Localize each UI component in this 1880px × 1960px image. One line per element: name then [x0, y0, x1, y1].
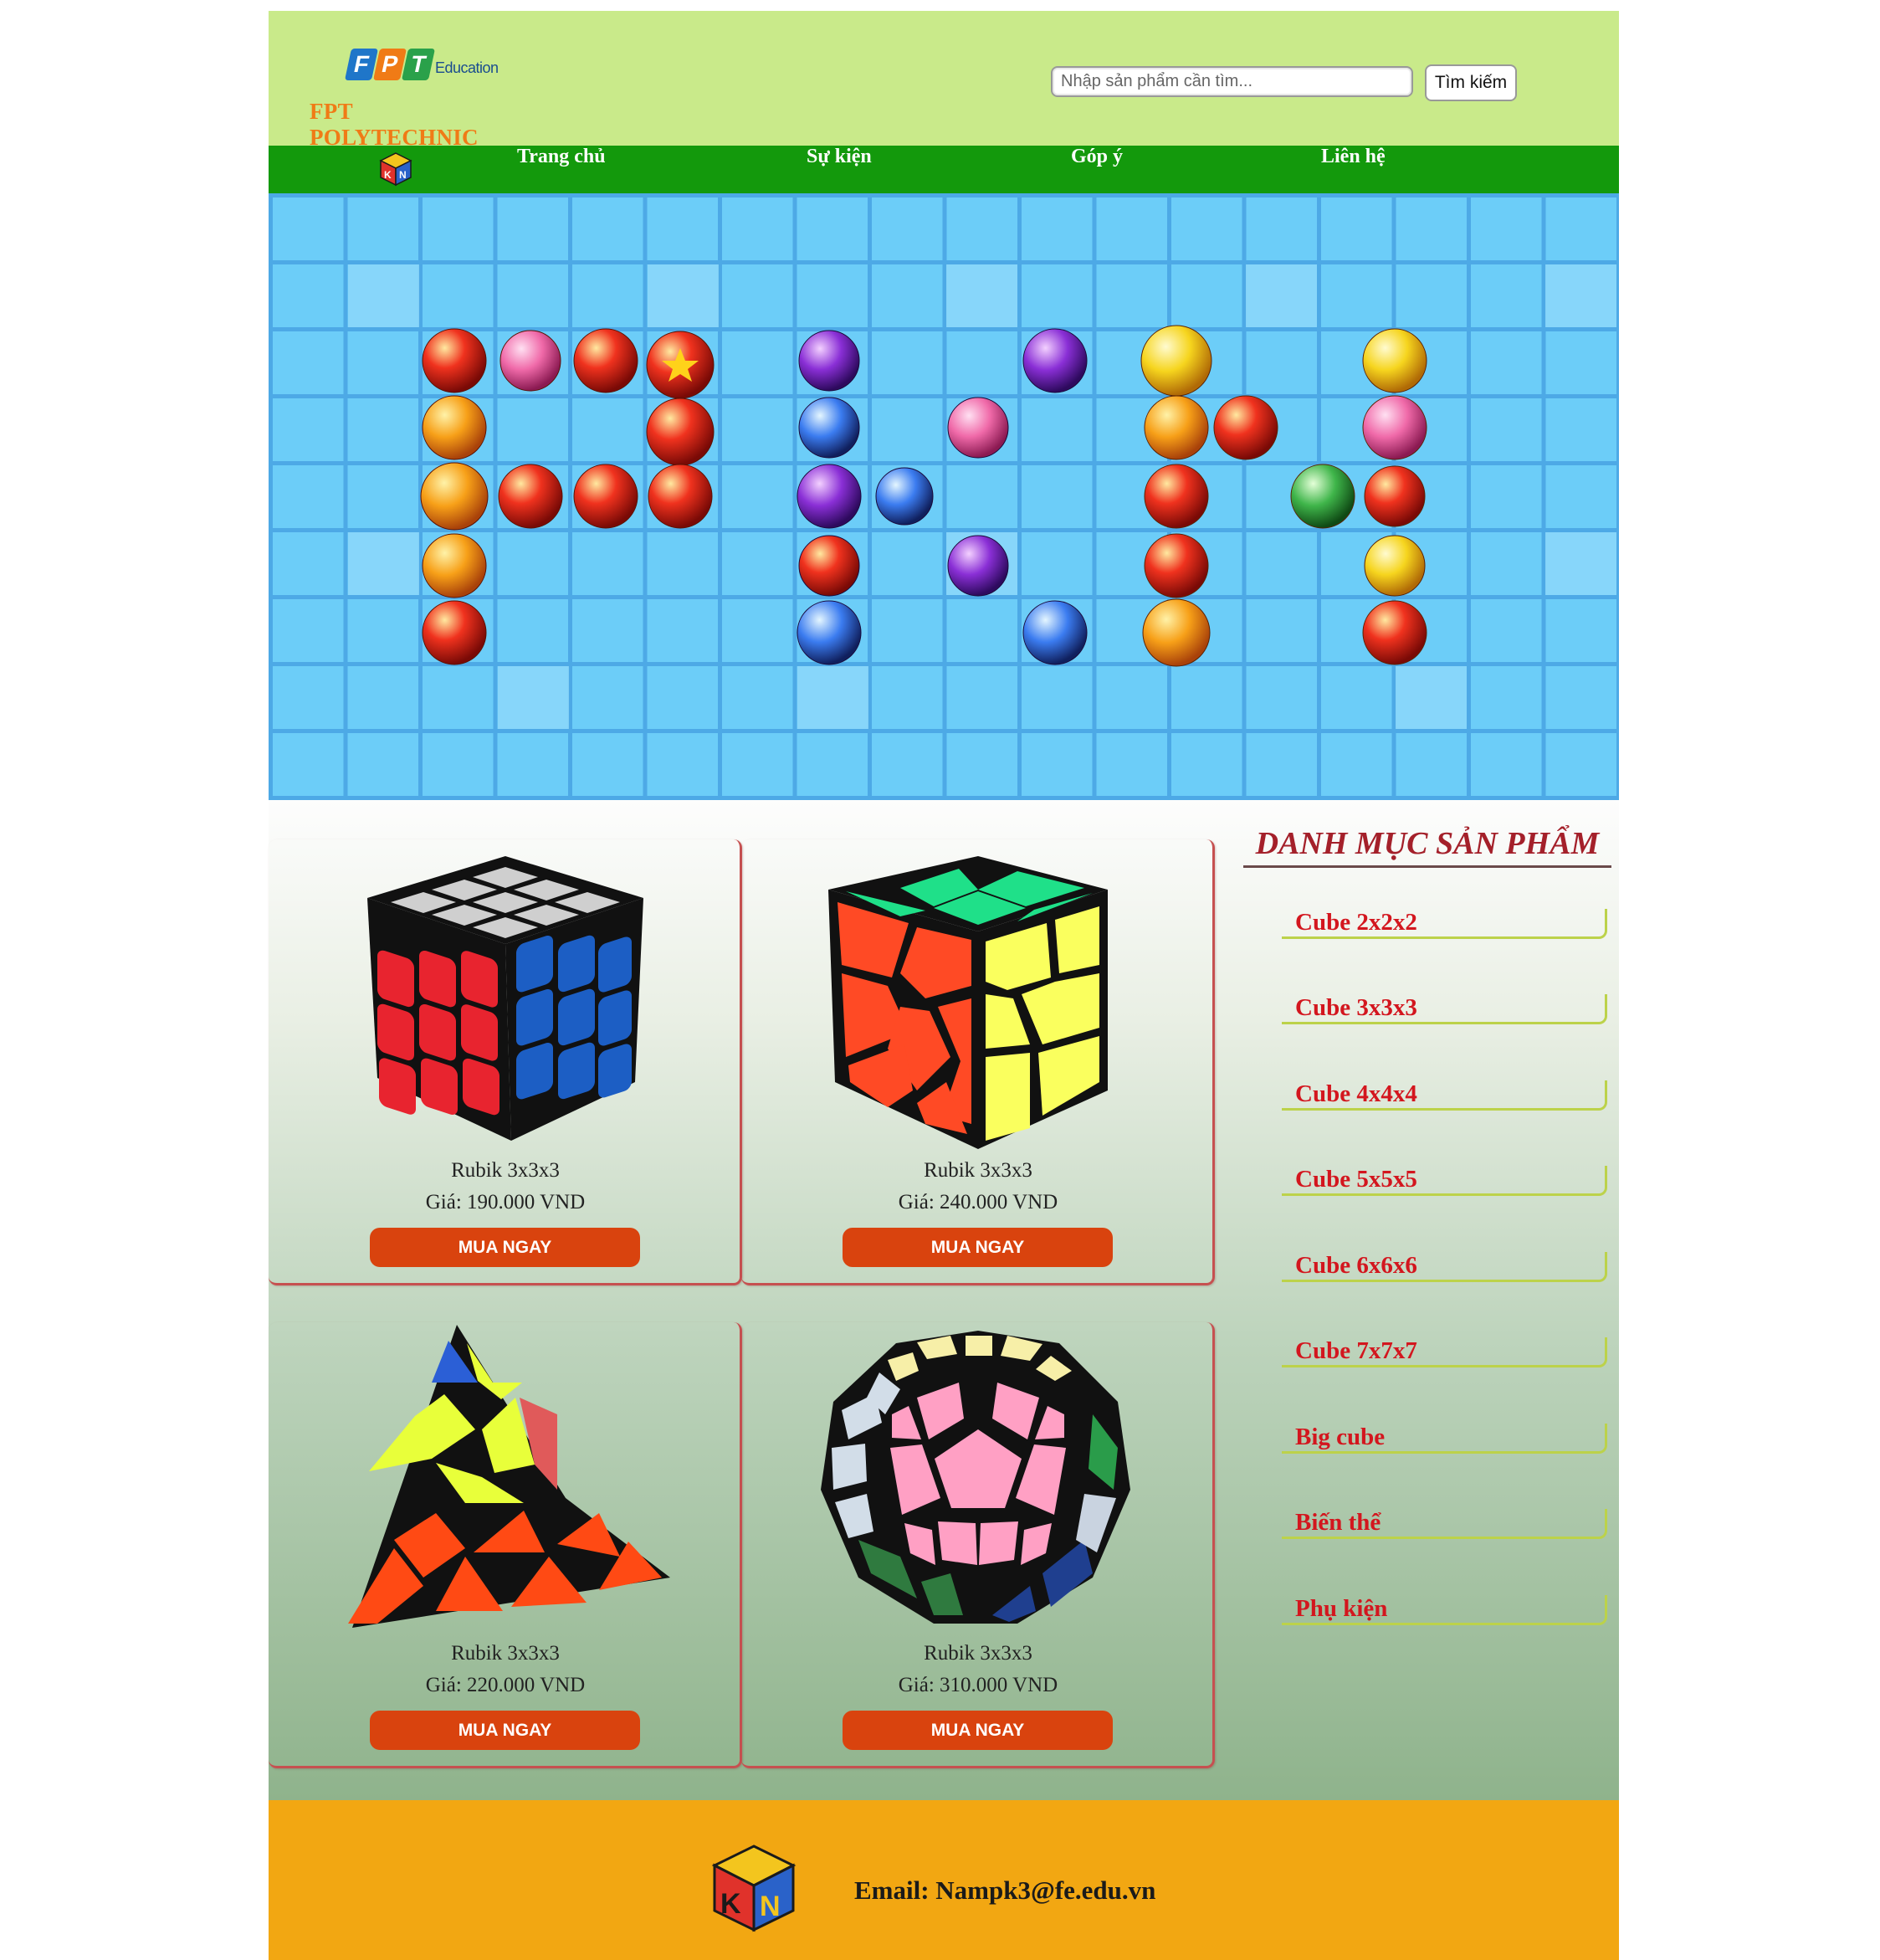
fpt-polytechnic-logo[interactable]: F P T Education FPT POLYTECHNIC [306, 44, 524, 150]
category-item-cube-5x5x5[interactable]: Cube 5x5x5 [1282, 1166, 1607, 1196]
contact-email: Email: Nampk3@fe.edu.vn [854, 1875, 1156, 1905]
nav-item-events[interactable]: Sự kiện [807, 146, 872, 193]
nav-item-feedback[interactable]: Góp ý [1071, 146, 1123, 193]
svg-text:K: K [384, 169, 392, 181]
product-price: Giá: 310.000 VND [898, 1674, 1058, 1696]
product-name: Rubik 3x3x3 [924, 1642, 1032, 1665]
buy-now-button[interactable]: MUA NGAY [843, 1228, 1113, 1267]
product-name: Rubik 3x3x3 [451, 1159, 560, 1182]
logo-name: FPT POLYTECHNIC [310, 99, 479, 150]
buy-now-button[interactable]: MUA NGAY [370, 1228, 640, 1267]
kn-cube-logo-icon: K N [711, 1845, 797, 1932]
category-item-accessories[interactable]: Phụ kiện [1282, 1595, 1607, 1625]
pyraminx-image [348, 1325, 670, 1628]
banner [269, 193, 1619, 800]
nav-item-contact[interactable]: Liên hệ [1321, 146, 1386, 193]
buy-now-button[interactable]: MUA NGAY [370, 1711, 640, 1750]
product-price: Giá: 190.000 VND [425, 1191, 586, 1213]
megaminx-image [821, 1331, 1130, 1624]
category-item-cube-2x2x2[interactable]: Cube 2x2x2 [1282, 909, 1607, 939]
logo-tile-t: T [401, 49, 436, 80]
product-card: Rubik 3x3x3 Giá: 190.000 VND MUA NGAY [269, 839, 742, 1285]
page: F P T Education FPT POLYTECHNIC Tìm kiếm… [269, 11, 1619, 1960]
search-button[interactable]: Tìm kiếm [1425, 64, 1517, 101]
svg-text:N: N [760, 1891, 781, 1922]
category-title: DANH MỤC SẢN PHẨM [1243, 825, 1611, 868]
skewb-cube-image [828, 856, 1108, 1149]
main-nav: K N Trang chủ Sự kiện Góp ý Liên hệ [269, 146, 1619, 193]
svg-text:N: N [399, 169, 407, 181]
logo-education-text: Education [435, 59, 499, 76]
svg-text:K: K [720, 1888, 741, 1920]
product-price: Giá: 220.000 VND [425, 1674, 586, 1696]
footer: K N Email: Nampk3@fe.edu.vn [269, 1800, 1619, 1960]
product-price: Giá: 240.000 VND [898, 1191, 1058, 1213]
category-item-cube-7x7x7[interactable]: Cube 7x7x7 [1282, 1337, 1607, 1367]
nav-item-home[interactable]: Trang chủ [517, 146, 606, 193]
category-item-cube-4x4x4[interactable]: Cube 4x4x4 [1282, 1080, 1607, 1111]
category-item-cube-3x3x3[interactable]: Cube 3x3x3 [1282, 994, 1607, 1024]
main-content: Rubik 3x3x3 Giá: 190.000 VND MUA NGAY Ru… [269, 800, 1619, 1800]
category-item-variants[interactable]: Biến thể [1282, 1509, 1607, 1539]
product-card: Rubik 3x3x3 Giá: 240.000 VND MUA NGAY [741, 839, 1215, 1285]
product-name: Rubik 3x3x3 [451, 1642, 560, 1665]
header: F P T Education FPT POLYTECHNIC Tìm kiếm [269, 11, 1619, 150]
product-card: Rubik 3x3x3 Giá: 220.000 VND MUA NGAY [269, 1322, 742, 1768]
rubik-3x3x3-cube-image [367, 856, 643, 1141]
product-card: Rubik 3x3x3 Giá: 310.000 VND MUA NGAY [741, 1322, 1215, 1768]
category-sidebar: DANH MỤC SẢN PHẨM Cube 2x2x2 Cube 3x3x3 … [1239, 800, 1619, 1637]
search-input[interactable] [1051, 66, 1413, 97]
buy-now-button[interactable]: MUA NGAY [843, 1711, 1113, 1750]
kn-cube-logo-icon[interactable]: K N [377, 151, 414, 187]
decorative-orb-letters-banner [348, 264, 1616, 729]
category-item-cube-6x6x6[interactable]: Cube 6x6x6 [1282, 1252, 1607, 1282]
category-item-big-cube[interactable]: Big cube [1282, 1424, 1607, 1454]
product-name: Rubik 3x3x3 [924, 1159, 1032, 1182]
